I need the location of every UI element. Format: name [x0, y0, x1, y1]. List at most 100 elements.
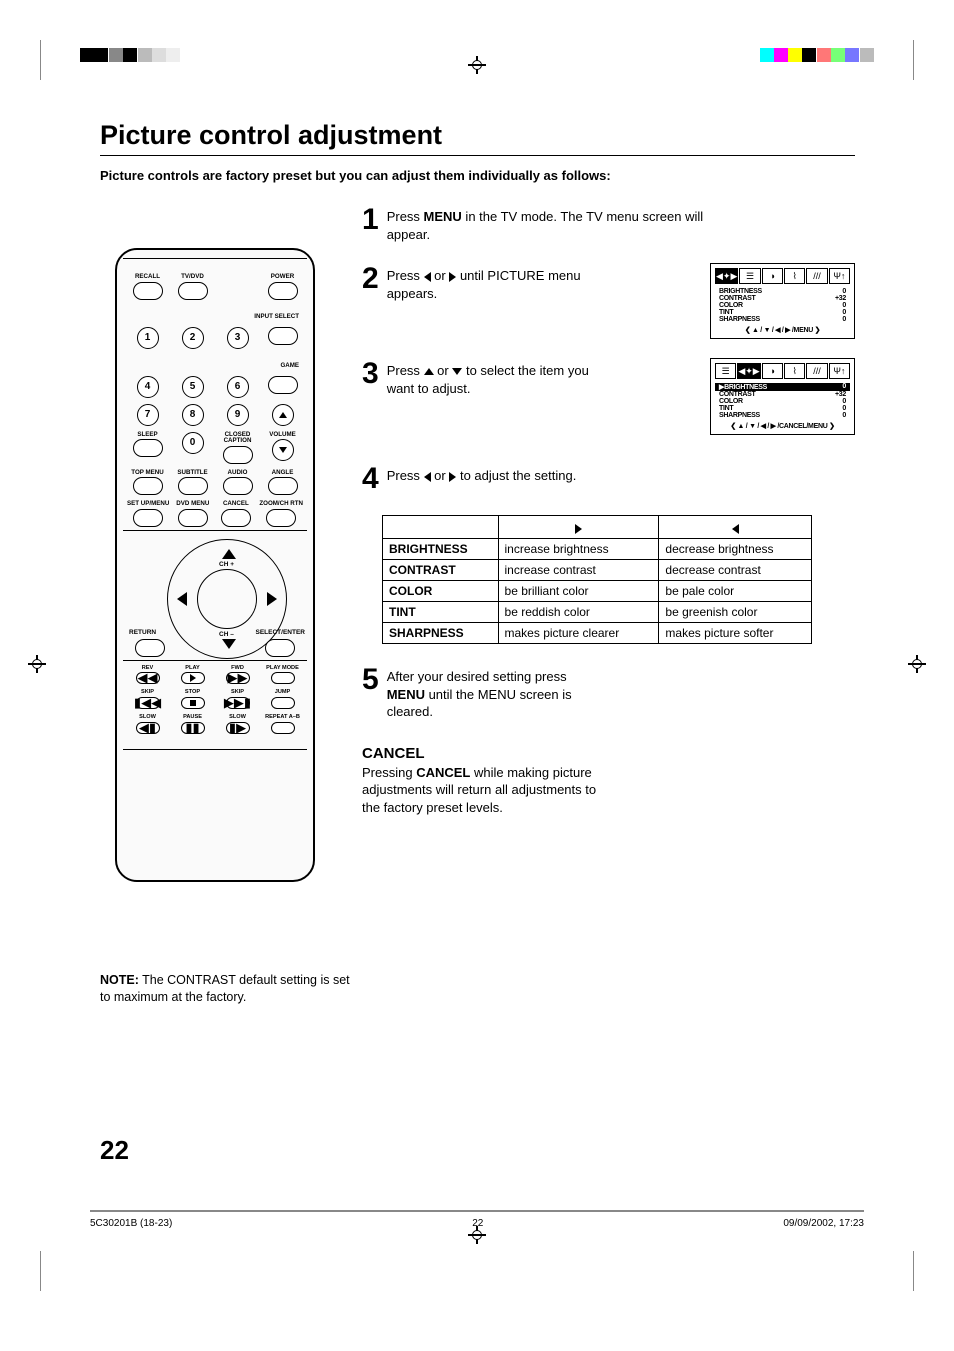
osd-tab-picture-icon: ◀✦▶ [737, 363, 760, 379]
table-header-right-icon [498, 516, 659, 539]
num-1-button[interactable]: 1 [137, 327, 159, 349]
remote-label: POWER [271, 274, 294, 281]
osd-row: ▶BRIGHTNESS0 [715, 383, 850, 391]
num-7-button[interactable]: 7 [137, 404, 159, 426]
setup-menu-button[interactable] [133, 509, 163, 527]
crosshair-top [468, 56, 486, 74]
power-button[interactable] [268, 282, 298, 300]
num-8-button[interactable]: 8 [182, 404, 204, 426]
osd-row: TINT0 [715, 405, 850, 412]
osd-row: COLOR0 [715, 398, 850, 405]
remote-label: CANCEL [223, 501, 249, 508]
pause-button[interactable]: ▮▮ [181, 722, 205, 734]
num-2-button[interactable]: 2 [182, 327, 204, 349]
osd-row: BRIGHTNESS0 [715, 288, 850, 295]
remote-label: ZOOM/CH RTN [259, 501, 303, 508]
page-number: 22 [100, 1135, 129, 1166]
tv-dvd-button[interactable] [178, 282, 208, 300]
step-number: 1 [362, 208, 379, 232]
step-text: Press [387, 209, 424, 224]
remote-label: CLOSED CAPTION [217, 432, 258, 445]
stop-button[interactable] [181, 697, 205, 709]
num-5-button[interactable]: 5 [182, 376, 204, 398]
remote-label: PLAY [185, 666, 199, 672]
dvd-menu-button[interactable] [178, 509, 208, 527]
remote-label: GAME [280, 362, 299, 369]
slow-fwd-button[interactable]: ▮▶ [226, 722, 250, 734]
step-text: Press [387, 363, 424, 378]
vol-down-button[interactable] [272, 439, 294, 461]
dpad-down-icon [222, 639, 236, 649]
osd-row: TINT0 [715, 309, 850, 316]
jump-button[interactable] [271, 697, 295, 709]
step-number: 2 [362, 267, 379, 291]
osd-picture-menu-2: ☰ ◀✦▶ ◑ ⌇ /// Ψ↑ ▶BRIGHTNESS0CONTRAST+32… [710, 358, 855, 435]
step-number: 3 [362, 362, 379, 386]
play-button[interactable] [181, 672, 205, 684]
osd-tab-icon: /// [806, 268, 827, 284]
subtitle-button[interactable] [178, 477, 208, 495]
table-row: CONTRASTincrease contrastdecrease contra… [383, 560, 812, 581]
osd-tab-icon: Ψ↑ [829, 268, 850, 284]
osd-tab-icon: ☰ [739, 268, 760, 284]
rev-button[interactable]: ◀◀ [136, 672, 160, 684]
fwd-button[interactable]: ▶▶ [226, 672, 250, 684]
cancel-button[interactable] [221, 509, 251, 527]
osd-tab-icon: ☰ [715, 363, 736, 379]
page-content: Picture control adjustment Picture contr… [100, 120, 855, 1006]
footer-page: 22 [472, 1218, 483, 1229]
return-button[interactable] [135, 639, 165, 657]
remote-label: JUMP [275, 690, 291, 696]
remote-label: STOP [185, 690, 200, 696]
num-4-button[interactable]: 4 [137, 376, 159, 398]
step-number: 4 [362, 467, 379, 491]
step-text: or [434, 468, 449, 483]
zoom-chrtn-button[interactable] [266, 509, 296, 527]
audio-button[interactable] [223, 477, 253, 495]
select-enter-button[interactable] [265, 639, 295, 657]
closed-caption-button[interactable] [223, 446, 253, 464]
num-9-button[interactable]: 9 [227, 404, 249, 426]
note-heading: NOTE: [100, 973, 139, 987]
play-mode-button[interactable] [271, 672, 295, 684]
dpad-center[interactable] [197, 569, 257, 629]
remote-label: SET UP/MENU [127, 501, 169, 508]
adjustment-table: BRIGHTNESSincrease brightnessdecrease br… [382, 515, 812, 644]
remote-label: SLEEP [137, 432, 157, 439]
step-number: 5 [362, 668, 379, 692]
intro-text: Picture controls are factory preset but … [100, 168, 855, 183]
num-3-button[interactable]: 3 [227, 327, 249, 349]
step-text: Press [387, 468, 424, 483]
game-button[interactable] [268, 376, 298, 394]
remote-label: ANGLE [272, 470, 294, 477]
dpad-up-icon [222, 549, 236, 559]
slow-back-button[interactable]: ◀▮ [136, 722, 160, 734]
down-arrow-icon [452, 368, 462, 375]
step-2: 2 Press or until PICTURE menu appears. ◀… [362, 267, 855, 302]
remote-control: RECALL TV/DVD POWER INPUT SELECT 1 2 3 G… [115, 248, 315, 882]
num-0-button[interactable]: 0 [182, 432, 204, 454]
remote-label: RECALL [135, 274, 160, 281]
top-menu-button[interactable] [133, 477, 163, 495]
sleep-button[interactable] [133, 439, 163, 457]
table-row: BRIGHTNESSincrease brightnessdecrease br… [383, 539, 812, 560]
step-text: or [434, 268, 449, 283]
step-text: or [437, 363, 452, 378]
remote-label: VOLUME [269, 432, 295, 439]
crosshair-left [28, 655, 46, 673]
angle-button[interactable] [268, 477, 298, 495]
step-text-bold: MENU [424, 209, 462, 224]
skip-fwd-button[interactable]: ▶▶▮ [226, 697, 250, 709]
num-6-button[interactable]: 6 [227, 376, 249, 398]
vol-up-button[interactable] [272, 404, 294, 426]
crop-mark [40, 40, 41, 80]
right-arrow-icon [449, 272, 456, 282]
osd-row: COLOR0 [715, 302, 850, 309]
input-select-button[interactable] [268, 327, 298, 345]
skip-back-button[interactable]: ▮◀◀ [136, 697, 160, 709]
repeat-ab-button[interactable] [271, 722, 295, 734]
osd-tab-icon: ◑ [762, 268, 783, 284]
recall-button[interactable] [133, 282, 163, 300]
table-header-left-icon [659, 516, 812, 539]
remote-dpad: CH + CH – RETURN SELECT/ENTER [127, 539, 303, 654]
